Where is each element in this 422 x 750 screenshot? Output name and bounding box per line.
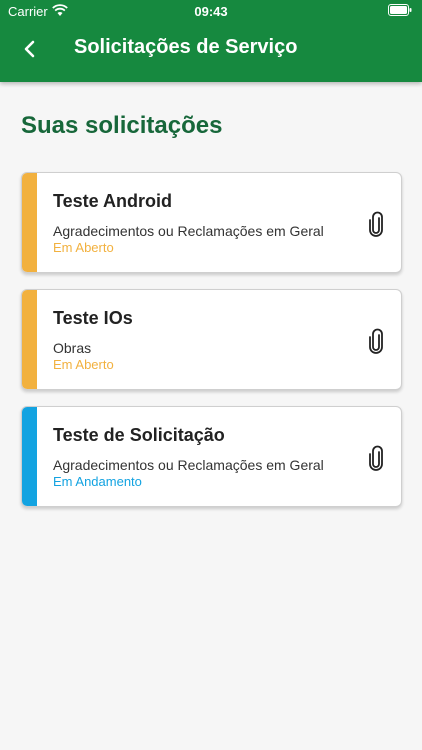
request-category: Agradecimentos ou Reclamações em Geral: [53, 457, 324, 473]
request-status: Em Aberto: [53, 357, 114, 372]
request-title: Teste de Solicitação: [53, 425, 225, 445]
paperclip-icon[interactable]: [367, 328, 385, 354]
request-status: Em Aberto: [53, 240, 114, 255]
status-stripe: [22, 290, 37, 389]
request-title: Teste Android: [53, 191, 173, 211]
app-header: Carrier 09:43 Solicitações de Serviço: [0, 0, 422, 82]
status-bar: Carrier 09:43: [0, 0, 422, 24]
request-category: Obras: [53, 340, 92, 356]
section-title: Suas solicitações: [21, 112, 223, 139]
status-stripe: [22, 407, 37, 506]
paperclip-icon[interactable]: [367, 445, 385, 471]
request-card[interactable]: Teste Android Agradecimentos ou Reclamaç…: [21, 172, 402, 273]
request-card[interactable]: Teste de Solicitação Agradecimentos ou R…: [21, 406, 402, 507]
back-button[interactable]: [14, 34, 44, 64]
back-arrow-icon: [24, 40, 35, 58]
request-title: Teste IOs: [53, 308, 133, 328]
clock: 09:43: [194, 4, 228, 19]
request-status: Em Andamento: [53, 474, 142, 489]
status-stripe: [22, 173, 37, 272]
request-card[interactable]: Teste IOs Obras Em Aberto: [21, 289, 402, 390]
paperclip-icon[interactable]: [367, 211, 385, 237]
page-title: Solicitações de Serviço: [74, 36, 298, 58]
request-category: Agradecimentos ou Reclamações em Geral: [53, 223, 324, 239]
battery-icon: [388, 4, 412, 16]
